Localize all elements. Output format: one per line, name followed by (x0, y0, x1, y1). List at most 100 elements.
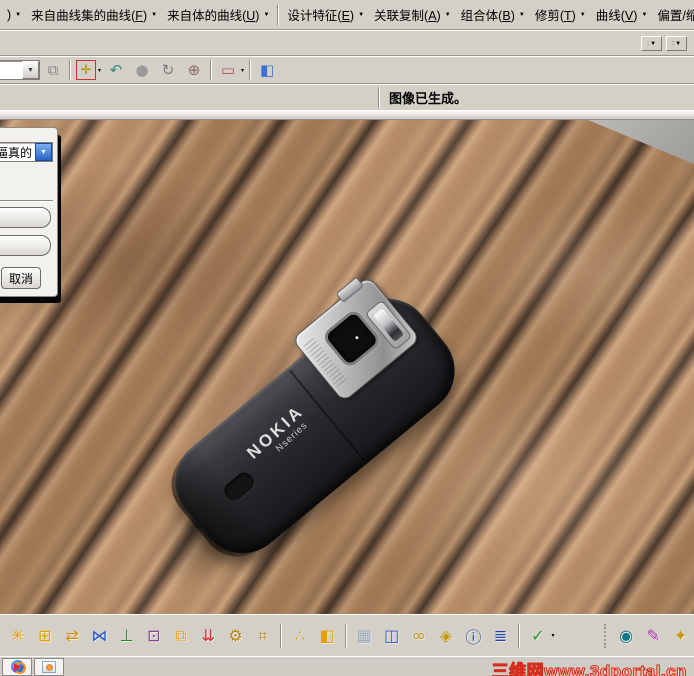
window-tab-bar: 三维网www.3dportal.cn (0, 656, 694, 676)
chevron-down-icon: ▼ (675, 40, 682, 47)
status-message: 图像已生成。 (389, 91, 468, 106)
toolbar-row-3: ▼ ⧉ ✛ ▾ ↶ ● ↻ ⊕ ▭ ▾ ◧ (0, 56, 694, 84)
nx-application-window: ) ▼ 来自曲线集的曲线(F) ▼ 来自体的曲线(U) ▼ 设计特征(E) ▼ … (0, 0, 694, 676)
marquee-select-icon[interactable]: ▭ (217, 59, 239, 81)
combo-field[interactable] (0, 61, 22, 79)
link-information-icon[interactable]: ⓘ (462, 624, 484, 648)
graphics-viewport[interactable]: NOKIA Nseries 逼真的 ▼ 取消 (0, 110, 694, 614)
menu-item-associative-copy[interactable]: 关联复制(A) ▼ (369, 2, 456, 27)
graphics-window-tab[interactable] (2, 657, 32, 676)
exploded-views-icon[interactable]: ∴ (289, 624, 311, 648)
create-component-icon[interactable]: ✳ (7, 624, 29, 648)
toolbar-separator (518, 623, 521, 648)
toolbar-separator (277, 4, 280, 25)
menu-toolbar: ) ▼ 来自曲线集的曲线(F) ▼ 来自体的曲线(U) ▼ 设计特征(E) ▼ … (0, 0, 694, 30)
product-outline-icon[interactable]: ▦ (353, 624, 375, 648)
selection-filter-icon[interactable]: ✛ (76, 60, 96, 80)
mirror-assembly-icon[interactable]: ⋈ (88, 624, 110, 648)
viewport-top-ridge (0, 110, 694, 120)
product-interface-icon[interactable]: ◈ (435, 624, 457, 648)
chevron-down-icon: ▼ (650, 40, 657, 47)
remember-constraints-icon[interactable]: ⊡ (143, 624, 165, 648)
menu-label: ) (7, 7, 12, 22)
chevron-down-icon: ▼ (579, 11, 586, 18)
display-component-window-icon[interactable]: ◫ (381, 624, 403, 648)
menu-item-clipped[interactable]: ) ▼ (2, 5, 26, 25)
toolbar-overflow-button[interactable]: ∶ ▼ (641, 36, 662, 51)
combo-dropdown-button[interactable]: ▼ (22, 61, 39, 79)
menu-label: 关联复制(A) (374, 9, 441, 23)
view-filter-combo[interactable]: ▼ (0, 60, 40, 80)
menu-item-curve-from-body[interactable]: 来自体的曲线(U) ▼ (162, 2, 274, 27)
render-camera-icon[interactable]: ◉ (615, 624, 637, 648)
menu-label: 组合体(B) (460, 9, 515, 23)
menu-label: 偏置/缩放(O) (657, 9, 694, 23)
toolbar-separator (210, 60, 213, 80)
status-bar: 图像已生成。 (0, 84, 694, 110)
dialog-separator (0, 200, 53, 202)
clipped-toolbar-icon[interactable]: ✦ (669, 624, 691, 648)
render-style-combo[interactable]: 逼真的 ▼ (0, 142, 53, 162)
dialog-button-1[interactable] (0, 207, 51, 228)
toolbar-overflow-button[interactable]: ∶ ▼ (666, 36, 687, 51)
dialog-button-2[interactable] (0, 235, 51, 256)
chevron-down-icon[interactable]: ▾ (241, 67, 244, 74)
grip-dots-icon: ∶ (646, 38, 650, 48)
chevron-down-icon: ▼ (263, 11, 270, 18)
assembly-sequence-icon[interactable]: ⇊ (197, 624, 219, 648)
render-style-value: 逼真的 (0, 145, 32, 160)
toolbar-separator (249, 60, 252, 80)
chevron-down-icon: ▼ (15, 11, 22, 18)
move-component-icon[interactable]: ⇄ (61, 624, 83, 648)
show-degrees-of-freedom-icon[interactable]: ◧ (316, 624, 338, 648)
image-icon (42, 660, 56, 673)
pan-view-icon[interactable]: ⊕ (183, 59, 205, 81)
shaded-solid-icon[interactable]: ● (131, 59, 153, 81)
high-quality-image-dialog: 逼真的 ▼ 取消 (0, 127, 58, 297)
art-appearance-icon[interactable]: ✎ (642, 624, 664, 648)
toolbar-grip-handle[interactable] (604, 623, 607, 648)
add-component-icon[interactable]: ⊞ (34, 624, 56, 648)
menu-item-combine-body[interactable]: 组合体(B) ▼ (456, 2, 530, 27)
interpart-link-icon[interactable]: ∞ (408, 624, 430, 648)
chevron-down-icon: ▼ (641, 11, 648, 18)
menu-label: 来自曲线集的曲线(F) (31, 9, 148, 23)
chevron-down-icon[interactable]: ▾ (98, 67, 101, 74)
menu-label: 来自体的曲线(U) (167, 9, 260, 23)
grip-dots-icon: ∶ (671, 38, 675, 48)
menu-item-offset-scale[interactable]: 偏置/缩放(O) ▼ (652, 2, 694, 27)
image-window-tab[interactable] (34, 657, 64, 676)
chevron-down-icon: ▼ (518, 11, 525, 18)
toolbar-row-2: ∶ ▼ ∶ ▼ (0, 30, 694, 56)
arrangements-icon[interactable]: ✓ (527, 624, 549, 648)
cancel-button[interactable]: 取消 (1, 267, 41, 289)
menu-item-design-feature[interactable]: 设计特征(E) ▼ (282, 2, 369, 27)
relations-browser-icon[interactable]: ≣ (489, 624, 511, 648)
menu-label: 设计特征(E) (287, 9, 355, 23)
toolbar-separator (280, 623, 283, 648)
substitute-component-icon[interactable]: ⌗ (252, 624, 274, 648)
chevron-down-icon: ▼ (27, 66, 34, 74)
menu-label: 修剪(T) (534, 9, 576, 23)
toolbar-separator (69, 60, 71, 80)
undo-icon[interactable]: ↶ (105, 59, 127, 81)
menu-item-curve[interactable]: 曲线(V) ▼ (591, 2, 653, 27)
chevron-down-icon: ▼ (358, 11, 365, 18)
rotate-view-icon[interactable]: ↻ (157, 59, 179, 81)
assembly-constraints-icon[interactable]: ⊥ (115, 624, 137, 648)
watermark-text: 三维网www.3dportal.cn (491, 661, 687, 676)
menu-label: 曲线(V) (595, 9, 638, 23)
nx-logo-icon (10, 660, 26, 674)
edit-component-icon[interactable]: ⚙ (224, 624, 246, 648)
combo-dropdown-button[interactable]: ▼ (35, 143, 52, 161)
assemblies-toolbar: ✳ ⊞ ⇄ ⋈ ⊥ ⊡ ⧉ ⇊ ⚙ ⌗ ∴ ◧ ▦ ◫ ∞ ◈ ⓘ ≣ ✓ ▾ … (0, 614, 694, 656)
view-cube-icon[interactable]: ◧ (256, 59, 278, 81)
chevron-down-icon[interactable]: ▾ (551, 632, 554, 639)
menu-item-curve-from-curve-set[interactable]: 来自曲线集的曲线(F) ▼ (26, 2, 162, 27)
chevron-down-icon: ▼ (444, 11, 451, 18)
wave-geometry-linker-icon[interactable]: ⧉ (170, 624, 192, 648)
snap-view-icon[interactable]: ⧉ (42, 59, 64, 81)
chevron-down-icon: ▼ (40, 148, 47, 156)
menu-item-trim[interactable]: 修剪(T) ▼ (530, 2, 591, 27)
status-divider (378, 87, 380, 108)
